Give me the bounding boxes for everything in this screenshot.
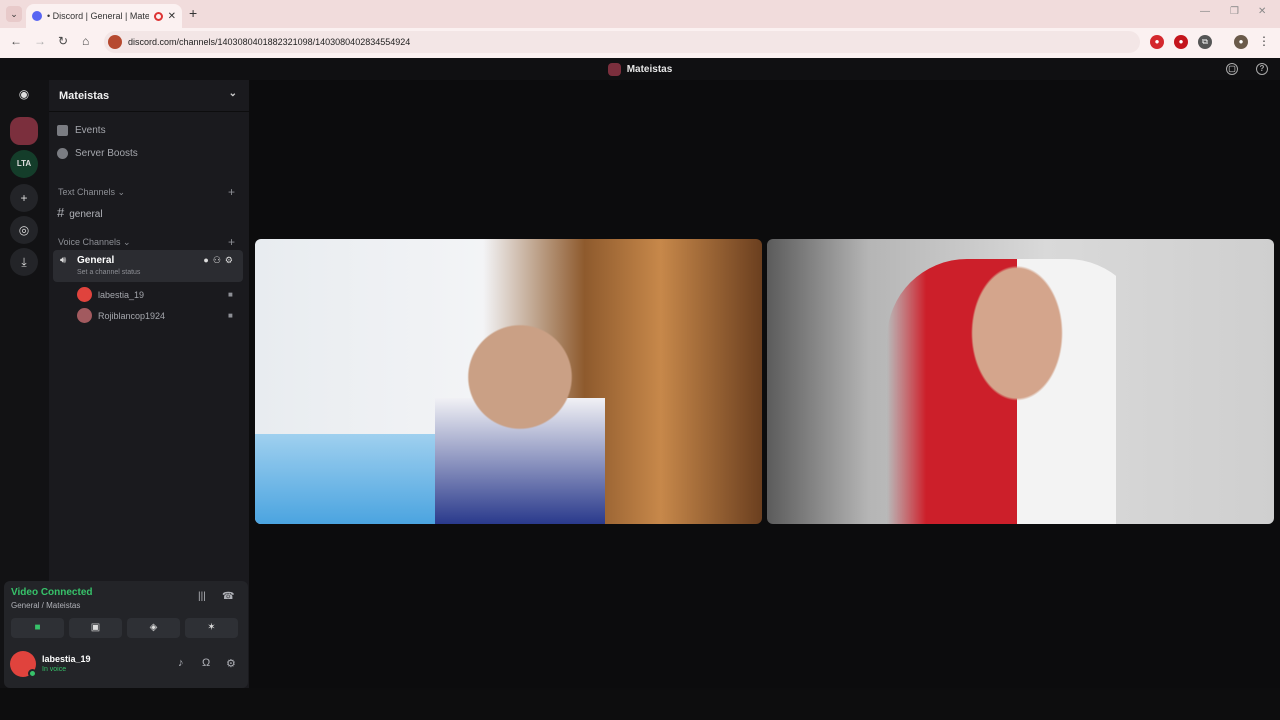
close-tab-icon[interactable]: ✕ [168, 11, 176, 22]
boost-icon [57, 148, 68, 159]
channel-general-text[interactable]: # general [57, 205, 103, 220]
avatar [77, 308, 92, 323]
help-icon[interactable]: ? [1256, 63, 1268, 75]
add-text-channel-icon[interactable]: + [228, 185, 235, 199]
events-item[interactable]: Events [57, 125, 106, 136]
text-channels-category[interactable]: Text Channels ⌄ + [58, 185, 235, 199]
noise-suppression-icon[interactable]: ||| [198, 591, 206, 602]
member-name: Rojiblancop1924 [98, 310, 166, 321]
add-server-icon[interactable]: + [10, 184, 38, 212]
home-icon[interactable]: ⌂ [82, 34, 89, 48]
video-icon: ■ [228, 311, 233, 320]
window-title: Mateistas [626, 63, 673, 75]
inbox-icon[interactable]: ▢ [1226, 63, 1238, 75]
voice-member[interactable]: labestia_19 ■ [77, 287, 233, 302]
soundboard-button[interactable]: ✶ [185, 618, 238, 638]
voice-location[interactable]: General / Mateistas [11, 601, 80, 610]
channel-action-icons[interactable]: ●⚇⚙ [203, 255, 237, 266]
voice-channel-general[interactable]: 🔊︎ General Set a channel status ●⚇⚙ [53, 250, 243, 282]
extension-icon-1[interactable]: ● [1150, 35, 1164, 49]
video-tile-labestia[interactable] [255, 239, 762, 524]
video-participant [887, 259, 1147, 524]
server-lta-icon[interactable]: LTA [10, 150, 38, 178]
tab-title: • Discord | General | Mateist [47, 11, 149, 21]
discover-icon[interactable]: ◎ [10, 216, 38, 244]
server-mateistas-icon[interactable] [10, 117, 38, 145]
calendar-icon [57, 125, 68, 136]
server-name: Mateistas [59, 90, 110, 102]
member-name: labestia_19 [98, 289, 145, 300]
tab-search-button[interactable]: ⌄ [6, 6, 22, 22]
bottom-area [0, 688, 1280, 720]
back-icon[interactable]: ← [10, 34, 22, 48]
discord-title-bar: Mateistas ▢ ? [0, 58, 1280, 80]
maximize-button[interactable]: ❐ [1230, 6, 1239, 17]
address-bar[interactable]: discord.com/channels/1403080401882321098… [104, 31, 1140, 53]
profile-avatar-icon[interactable]: ● [1234, 35, 1248, 49]
new-tab-button[interactable]: + [189, 5, 197, 21]
activities-button[interactable]: ◈ [127, 618, 180, 638]
voice-category-label: Voice Channels [58, 237, 121, 247]
settings-gear-icon[interactable]: ⚙ [226, 657, 236, 670]
online-status-icon [28, 669, 37, 678]
username: labestia_19 [42, 654, 91, 664]
set-channel-status[interactable]: Set a channel status [77, 269, 140, 276]
download-icon[interactable]: ⤓ [10, 248, 38, 276]
browser-tab[interactable]: • Discord | General | Mateist ✕ [26, 4, 182, 28]
video-stage [249, 80, 1280, 688]
voice-member[interactable]: Rojiblancop1924 ■ [77, 308, 233, 323]
avatar [77, 287, 92, 302]
disconnect-icon[interactable]: ☎ [222, 591, 234, 602]
chevron-down-icon: ⌄ [228, 88, 237, 99]
extension-icon-2[interactable]: ● [1174, 35, 1188, 49]
discord-home-icon[interactable]: ◉ [10, 80, 38, 108]
boosts-label: Server Boosts [75, 148, 138, 159]
microphone-icon[interactable]: ♪ [178, 657, 184, 669]
text-channel-label: general [69, 209, 103, 220]
server-boosts-item[interactable]: Server Boosts [57, 148, 138, 159]
server-header[interactable]: Mateistas ⌄ [49, 80, 249, 112]
text-category-label: Text Channels [58, 187, 116, 197]
extensions-puzzle-icon[interactable]: ⧉ [1198, 35, 1212, 49]
reload-icon[interactable]: ↻ [58, 34, 68, 48]
chrome-menu-icon[interactable]: ⋮ [1258, 34, 1270, 48]
voice-connection-panel: Video Connected General / Mateistas ||| … [4, 581, 248, 688]
speaker-icon: 🔊︎ [60, 255, 67, 266]
events-label: Events [75, 125, 106, 136]
recording-icon [153, 11, 163, 21]
screen-share-button[interactable]: ▣ [69, 618, 122, 638]
site-info-icon[interactable] [108, 35, 122, 49]
browser-tab-strip: ⌄ • Discord | General | Mateist ✕ + — ❐ … [0, 0, 1280, 28]
hash-icon: # [57, 205, 65, 220]
voice-status[interactable]: Video Connected [11, 587, 93, 598]
discord-favicon-icon [32, 11, 42, 21]
url-text: discord.com/channels/1403080401882321098… [128, 37, 411, 47]
voice-channel-label: General [77, 255, 115, 266]
camera-button[interactable]: ■ [11, 618, 64, 638]
minimize-button[interactable]: — [1200, 6, 1210, 17]
user-status: In voice [42, 666, 67, 673]
add-voice-channel-icon[interactable]: + [228, 235, 235, 249]
video-tile-rojiblanco[interactable] [767, 239, 1274, 524]
headphones-icon[interactable]: Ω [202, 657, 210, 669]
video-participant [435, 314, 605, 524]
voice-channels-category[interactable]: Voice Channels ⌄ + [58, 235, 235, 249]
video-icon: ■ [228, 290, 233, 299]
close-window-button[interactable]: ✕ [1258, 6, 1266, 17]
forward-icon[interactable]: → [34, 34, 46, 48]
server-icon [607, 62, 621, 76]
